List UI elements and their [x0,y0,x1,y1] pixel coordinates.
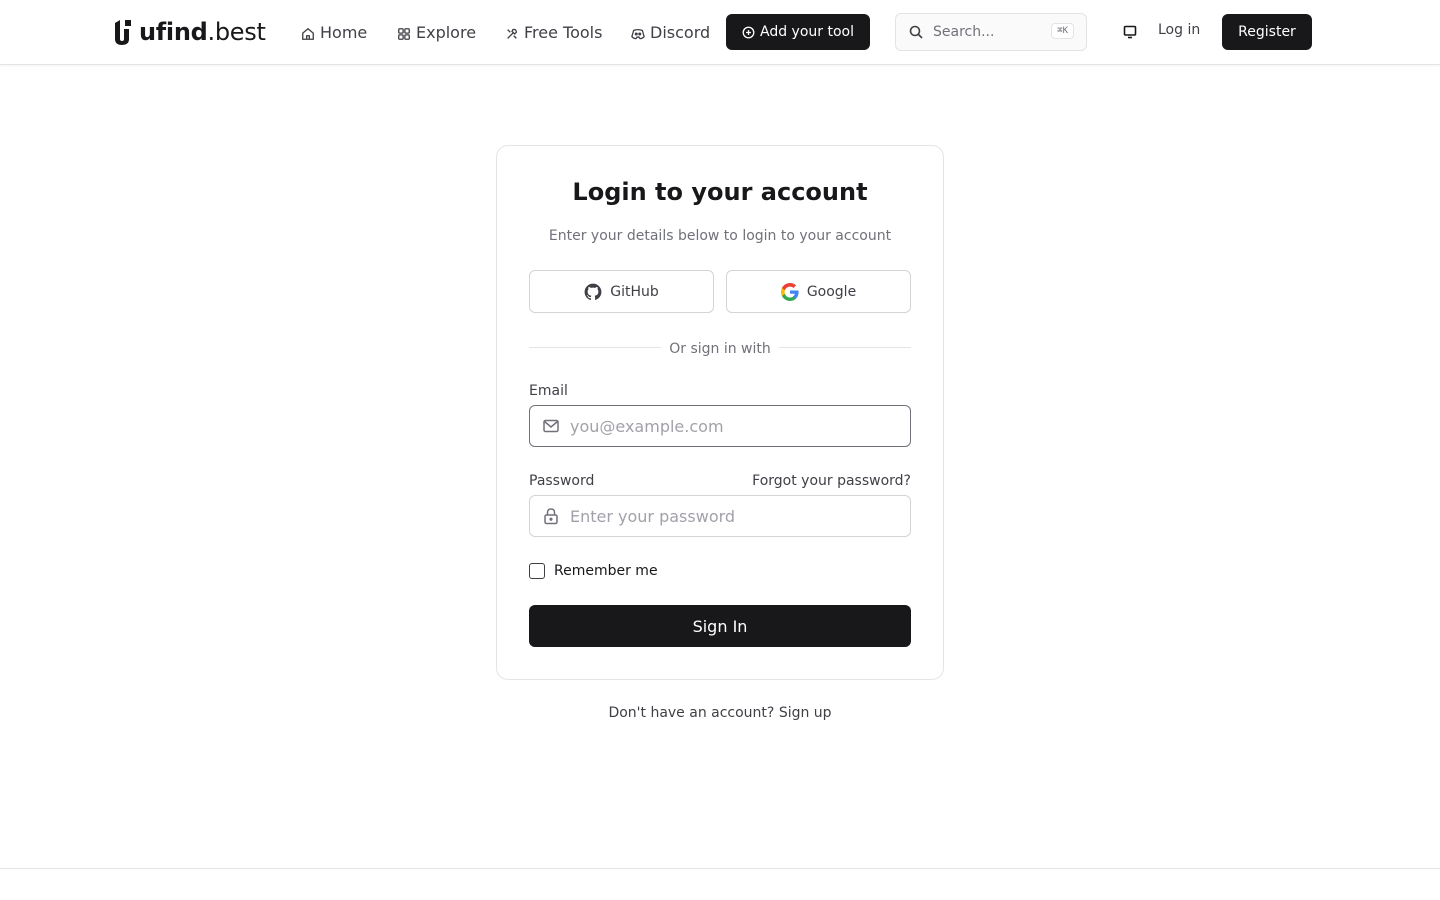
login-link[interactable]: Log in [1158,22,1200,38]
google-icon [780,282,799,301]
github-icon [584,283,602,300]
divider-label: Or sign in with [497,338,943,357]
mail-icon [543,419,559,433]
password-field[interactable] [529,495,911,537]
footer-divider [0,868,1440,869]
search-shortcut-badge: ⌘K [1051,23,1074,39]
nav-free-tools-label: Free Tools [524,22,603,42]
sign-up-link[interactable]: Sign up [779,705,832,721]
nav-free-tools[interactable]: Free Tools [505,20,602,44]
lock-icon [544,508,558,525]
github-label: GitHub [610,283,659,300]
site-logo[interactable]: ufind .best [111,16,266,48]
email-field[interactable] [529,405,911,447]
divider-text: Or sign in with [661,341,779,357]
logo-icon [115,20,131,45]
nav-explore-label: Explore [416,22,477,42]
email-label: Email [529,383,568,399]
nav-home-label: Home [320,22,368,42]
tools-icon [507,28,518,39]
nav-discord[interactable]: Discord [631,20,710,44]
plus-circle-icon [742,26,755,39]
logo-text-strong: ufind [139,18,208,46]
password-input[interactable] [570,496,898,536]
top-navbar: ufind .best Home Explore Free Tools Disco… [0,0,1440,65]
github-login-button[interactable]: GitHub [529,270,714,313]
remember-me-label: Remember me [554,563,658,579]
add-your-tool-button[interactable]: Add your tool [726,14,870,50]
google-label: Google [806,283,857,300]
search-placeholder: Search... [933,24,995,40]
login-card: Login to your account Enter your details… [496,145,944,680]
forgot-password-link[interactable]: Forgot your password? [752,473,911,489]
password-label: Password [529,473,595,489]
email-input[interactable] [570,406,898,446]
grid-icon [398,27,410,40]
nav-home[interactable]: Home [301,20,367,44]
nav-discord-label: Discord [650,22,711,42]
discord-icon [631,28,645,39]
remember-me-option[interactable]: Remember me [529,563,658,579]
logo-text-light: .best [207,18,266,46]
google-login-button[interactable]: Google [726,270,911,313]
page-subtitle: Enter your details below to login to you… [548,228,892,244]
home-icon [302,27,314,40]
sign-in-button[interactable]: Sign In [529,605,911,647]
search-input[interactable]: Search... ⌘K [895,13,1087,51]
monitor-icon [1123,25,1137,39]
nav-explore[interactable]: Explore [397,20,476,44]
add-your-tool-label: Add your tool [760,24,854,40]
theme-toggle-button[interactable] [1115,17,1145,47]
signup-prompt: Don't have an account? Sign up [0,705,1440,721]
page-title: Login to your account [572,178,868,206]
search-icon [909,25,923,39]
register-button[interactable]: Register [1222,14,1312,50]
remember-me-checkbox[interactable] [529,563,545,579]
signup-prompt-text: Don't have an account? [608,705,775,721]
